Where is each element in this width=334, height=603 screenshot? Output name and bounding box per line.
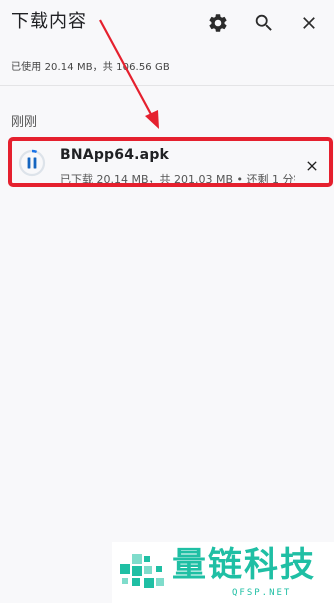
watermark-name: 量链科技 bbox=[172, 545, 316, 585]
watermark: 量链科技 QFSP.NET bbox=[112, 542, 334, 603]
page-title: 下载内容 bbox=[11, 11, 87, 32]
app-bar: 下载内容 bbox=[0, 0, 334, 46]
close-button[interactable] bbox=[297, 11, 321, 35]
storage-summary: 已使用 20.14 MB，共 106.56 GB bbox=[11, 62, 170, 73]
settings-button[interactable] bbox=[206, 11, 230, 35]
watermark-domain: QFSP.NET bbox=[232, 588, 292, 598]
divider bbox=[0, 85, 334, 86]
search-button[interactable] bbox=[252, 11, 276, 35]
close-icon bbox=[303, 17, 315, 29]
search-icon bbox=[255, 14, 272, 31]
gear-icon bbox=[209, 14, 227, 32]
section-header-recent: 刚刚 bbox=[11, 115, 38, 130]
watermark-logo bbox=[120, 554, 164, 588]
downloads-screen: 下载内容 已使用 20.14 MB，共 106.56 GB 刚刚 BNApp64… bbox=[0, 0, 334, 603]
highlight-annotation-box bbox=[8, 137, 333, 187]
annotation-arrow bbox=[99, 19, 159, 129]
